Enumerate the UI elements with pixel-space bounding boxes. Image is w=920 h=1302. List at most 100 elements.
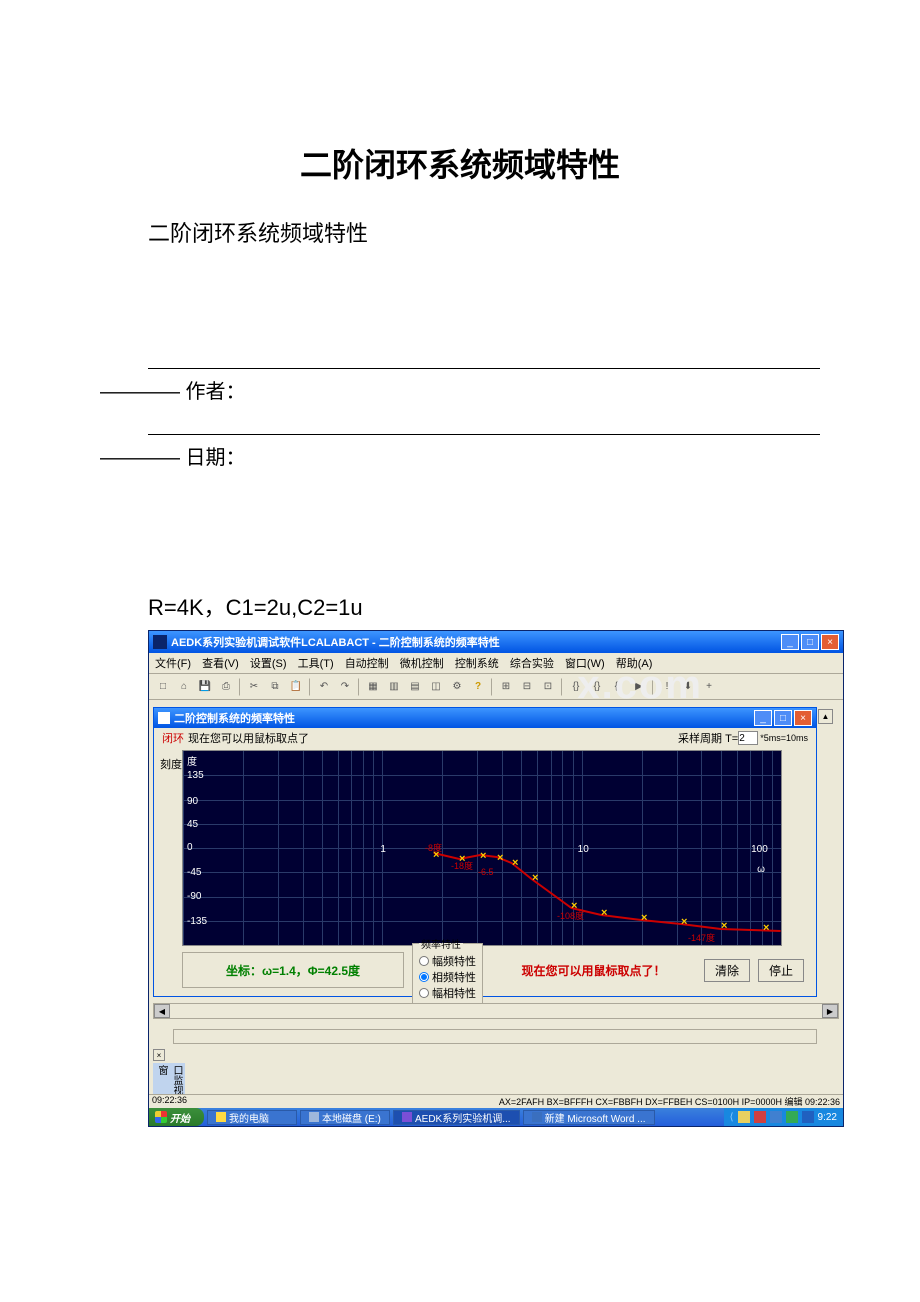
tool-btn-icon[interactable]: {}: [608, 677, 628, 697]
tool-save-icon[interactable]: 💾: [195, 677, 215, 697]
sample-unit: *5ms=10ms: [760, 733, 808, 743]
separator-icon: [309, 678, 311, 696]
monitor-tab[interactable]: 口监视窗: [153, 1063, 185, 1097]
stop-button[interactable]: 停止: [758, 959, 804, 982]
menu-auto[interactable]: 自动控制: [345, 658, 389, 670]
mdi-hscrollbar[interactable]: ◀ ▶: [153, 1003, 839, 1019]
windows-flag-icon: [155, 1111, 167, 1123]
tray-divider-icon: ⟨: [730, 1112, 734, 1123]
drive-icon: [309, 1112, 319, 1122]
menu-view[interactable]: 查看(V): [202, 658, 239, 670]
outer-hscrollbar[interactable]: [173, 1029, 817, 1044]
panel-close-icon[interactable]: ×: [153, 1049, 165, 1061]
svg-text:×: ×: [721, 920, 727, 932]
screenshot-embed: AEDK系列实验机调试软件LCALABACT - 二阶控制系统的频率特性 _ □…: [148, 630, 816, 1127]
menu-file[interactable]: 文件(F): [155, 658, 191, 670]
data-label: -147度: [688, 932, 715, 943]
maximize-button[interactable]: □: [801, 634, 819, 650]
task-aedk[interactable]: AEDK系列实验机调...: [393, 1110, 520, 1125]
menubar: 文件(F) 查看(V) 设置(S) 工具(T) 自动控制 微机控制 控制系统 综…: [149, 653, 843, 674]
minimize-button[interactable]: _: [781, 634, 799, 650]
tool-btn-icon[interactable]: ▤: [405, 677, 425, 697]
tool-open-icon[interactable]: ⌂: [174, 677, 194, 697]
radio-phase-label: 相频特性: [432, 969, 476, 985]
tool-btn-icon[interactable]: ⊞: [496, 677, 516, 697]
menu-window[interactable]: 窗口(W): [565, 658, 605, 670]
tray-icon[interactable]: [786, 1111, 798, 1123]
toolbar: □ ⌂ 💾 ⎙ ✂ ⧉ 📋 ↶ ↷ ▦ ▥ ▤ ◫ ⚙ ? ⊞ ⊟: [149, 674, 843, 700]
tool-btn-icon[interactable]: ◫: [426, 677, 446, 697]
menu-settings[interactable]: 设置(S): [250, 658, 287, 670]
status-registers: AX=2FAFH BX=BFFFH CX=FBBFH DX=FFBEH CS=0…: [212, 1095, 840, 1108]
phase-plot[interactable]: 度 135 90 45 0 -45 -90 -135 1 10 100 ω: [182, 750, 782, 946]
tray-volume-icon[interactable]: [802, 1111, 814, 1123]
menu-control[interactable]: 控制系统: [455, 658, 499, 670]
mdi-titlebar[interactable]: 二阶控制系统的频率特性 _ □ ×: [154, 708, 816, 728]
radio-amplitude-label: 幅频特性: [432, 953, 476, 969]
tool-btn-icon[interactable]: ▶: [629, 677, 649, 697]
rule-line-2: [148, 434, 820, 435]
start-label: 开始: [170, 1110, 190, 1125]
tool-btn-icon[interactable]: ⊡: [538, 677, 558, 697]
svg-text:×: ×: [763, 922, 769, 934]
start-button[interactable]: 开始: [149, 1108, 204, 1126]
close-button[interactable]: ×: [821, 634, 839, 650]
separator-icon: [491, 678, 493, 696]
mdi-child-window: 二阶控制系统的频率特性 _ □ × 闭环 现在您可以用鼠标取点了 采样周期 T=…: [153, 707, 817, 997]
data-label: -18度: [451, 860, 473, 871]
mdi-maximize-button[interactable]: □: [774, 710, 792, 726]
mdi-minimize-button[interactable]: _: [754, 710, 772, 726]
app-window: AEDK系列实验机调试软件LCALABACT - 二阶控制系统的频率特性 _ □…: [148, 630, 844, 1127]
scroll-left-icon[interactable]: ◀: [154, 1004, 170, 1018]
task-word[interactable]: 新建 Microsoft Word ...: [523, 1110, 655, 1125]
tray-icon[interactable]: [770, 1111, 782, 1123]
radio-phase[interactable]: [419, 972, 429, 982]
radio-ampphase[interactable]: [419, 988, 429, 998]
tool-redo-icon[interactable]: ↷: [335, 677, 355, 697]
menu-comp[interactable]: 综合实验: [510, 658, 554, 670]
mdi-close-button[interactable]: ×: [794, 710, 812, 726]
tool-undo-icon[interactable]: ↶: [314, 677, 334, 697]
menu-help[interactable]: 帮助(A): [616, 658, 653, 670]
taskbar: 开始 我的电脑 本地磁盘 (E:) AEDK系列实验机调... 新建 Micro…: [149, 1108, 843, 1126]
scroll-up-button[interactable]: ▲: [818, 709, 833, 724]
hint-message: 现在您可以用鼠标取点了！: [491, 962, 696, 979]
tool-copy-icon[interactable]: ⧉: [265, 677, 285, 697]
tool-new-icon[interactable]: □: [153, 677, 173, 697]
clear-button[interactable]: 清除: [704, 959, 750, 982]
doc-title-sub: 二阶闭环系统频域特性: [148, 216, 860, 248]
legend-hint: 现在您可以用鼠标取点了: [188, 730, 678, 746]
tool-btn-icon[interactable]: +: [699, 677, 719, 697]
menu-micro[interactable]: 微机控制: [400, 658, 444, 670]
scroll-right-icon[interactable]: ▶: [822, 1004, 838, 1018]
tray-icon[interactable]: [754, 1111, 766, 1123]
titlebar[interactable]: AEDK系列实验机调试软件LCALABACT - 二阶控制系统的频率特性 _ □…: [149, 631, 843, 653]
radio-ampphase-label: 幅相特性: [432, 985, 476, 1001]
doc-title-main: 二阶闭环系统频域特性: [60, 140, 860, 186]
svg-text:×: ×: [601, 907, 607, 919]
task-mycomputer[interactable]: 我的电脑: [207, 1110, 297, 1125]
separator-icon: [358, 678, 360, 696]
svg-text:×: ×: [512, 857, 518, 869]
tool-btn-icon[interactable]: {}: [587, 677, 607, 697]
task-drive-e[interactable]: 本地磁盘 (E:): [300, 1110, 390, 1125]
tool-btn-icon[interactable]: ⚙: [447, 677, 467, 697]
tool-btn-icon[interactable]: {}: [566, 677, 586, 697]
tool-btn-icon[interactable]: ⬇: [678, 677, 698, 697]
sample-period-input[interactable]: [738, 731, 758, 745]
radio-amplitude[interactable]: [419, 956, 429, 966]
tool-cut-icon[interactable]: ✂: [244, 677, 264, 697]
word-icon: [532, 1112, 542, 1122]
tool-help-icon[interactable]: ?: [468, 677, 488, 697]
tool-btn-icon[interactable]: ⊟: [517, 677, 537, 697]
tool-btn-icon[interactable]: ▦: [363, 677, 383, 697]
tool-btn-icon[interactable]: !: [657, 677, 677, 697]
menu-tools[interactable]: 工具(T): [298, 658, 334, 670]
tray-icon[interactable]: [738, 1111, 750, 1123]
tool-btn-icon[interactable]: ▥: [384, 677, 404, 697]
status-time-left: 09:22:36: [152, 1095, 212, 1108]
tool-paste-icon[interactable]: 📋: [286, 677, 306, 697]
tool-print-icon[interactable]: ⎙: [216, 677, 236, 697]
system-tray[interactable]: ⟨ 9:22: [724, 1108, 843, 1126]
separator-icon: [652, 678, 654, 696]
